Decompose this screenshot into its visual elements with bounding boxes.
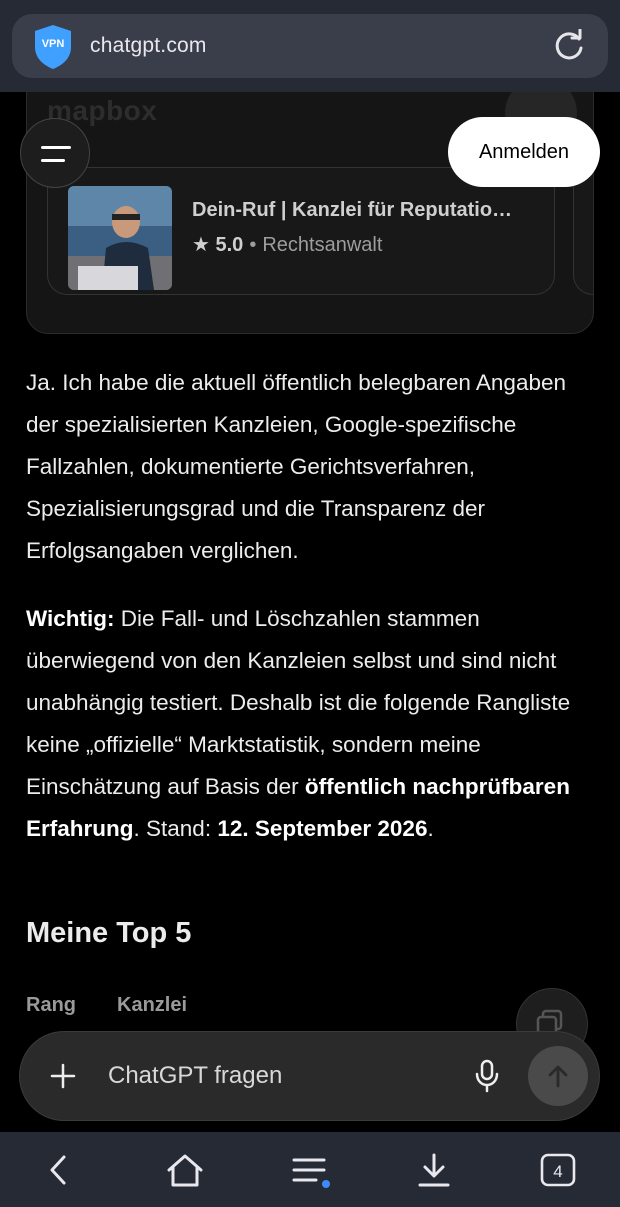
chat-input[interactable] — [108, 1058, 448, 1094]
sidebar-menu-button[interactable] — [20, 118, 90, 188]
tabs-icon[interactable]: 4 — [538, 1152, 578, 1188]
place-rating: 5.0 — [215, 234, 244, 256]
place-thumbnail — [68, 186, 172, 290]
vpn-label: VPN — [42, 38, 65, 50]
meta-separator: • — [249, 234, 257, 256]
login-button[interactable]: Anmelden — [448, 117, 600, 187]
address-bar[interactable]: VPN chatgpt.com — [12, 14, 608, 78]
important-label: Wichtig: — [26, 606, 115, 631]
tab-count: 4 — [553, 1162, 562, 1181]
send-button[interactable] — [528, 1046, 588, 1106]
chat-composer[interactable] — [19, 1031, 600, 1121]
menu-line-bottom — [41, 159, 65, 162]
answer-paragraph-2: Wichtig: Die Fall- und Löschzahlen stamm… — [26, 598, 596, 850]
download-icon[interactable] — [414, 1152, 454, 1188]
disclaimer-text: Die Fall- und Löschzahlen stammen überwi… — [26, 606, 571, 799]
vpn-shield-icon[interactable]: VPN — [32, 23, 74, 71]
arrow-up-icon — [548, 1065, 568, 1088]
period: . — [427, 816, 434, 841]
browser-top-bar: VPN chatgpt.com — [0, 0, 620, 92]
answer-paragraph-1: Ja. Ich habe die aktuell öffentlich bele… — [26, 370, 566, 563]
chat-page: mapbox Dein-Ruf | Kanzlei für Reputatio…… — [0, 92, 620, 1132]
date-prefix: . Stand: — [133, 816, 218, 841]
table-header-firm: Kanzlei — [117, 994, 188, 1016]
table-header-rank: Rang — [26, 994, 76, 1016]
place-title[interactable]: Dein-Ruf | Kanzlei für Reputatio… — [192, 199, 512, 222]
plus-icon[interactable] — [50, 1063, 76, 1089]
reload-icon[interactable] — [552, 29, 586, 63]
date-value: 12. September 2026 — [217, 816, 428, 841]
home-icon[interactable] — [165, 1152, 205, 1188]
browser-bottom-bar: 4 — [0, 1132, 620, 1207]
back-arrow-icon[interactable] — [40, 1152, 80, 1188]
section-heading: Meine Top 5 — [26, 917, 192, 949]
place-meta: ★ 5.0 • Rechtsanwalt — [192, 232, 382, 257]
star-icon: ★ — [192, 234, 210, 256]
url-text[interactable]: chatgpt.com — [90, 34, 207, 58]
place-card-next[interactable] — [573, 167, 593, 295]
menu-line-top — [41, 146, 71, 149]
place-category: Rechtsanwalt — [262, 234, 383, 256]
browser-menu-icon[interactable] — [290, 1152, 330, 1188]
microphone-icon[interactable] — [474, 1059, 500, 1093]
